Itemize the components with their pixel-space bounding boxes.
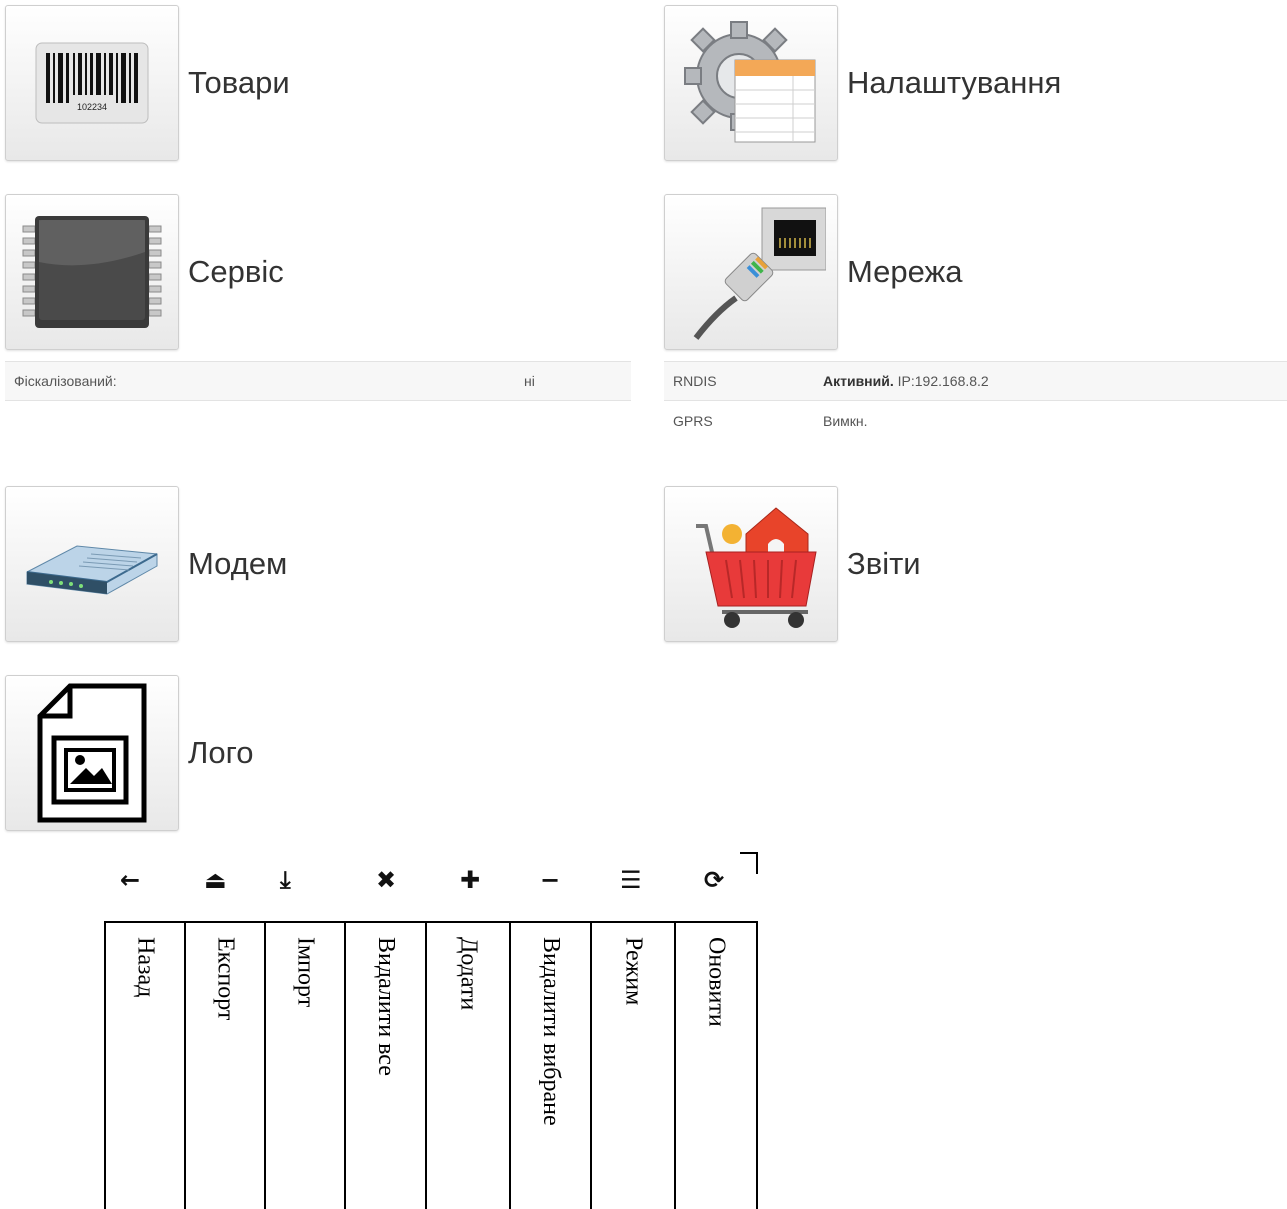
tile-settings-label: Налаштування [847, 65, 1062, 100]
tile-goods[interactable]: 102234 Товари [5, 5, 290, 161]
shopping-cart-icon [696, 507, 817, 628]
tile-network-icon-box[interactable] [664, 194, 838, 350]
rndis-value: Активний. IP:192.168.8.2 [814, 373, 989, 389]
import-icon[interactable]: ⤓ [280, 866, 291, 894]
chip-icon [22, 216, 162, 328]
export-label: Експорт [212, 937, 239, 1021]
tile-settings[interactable]: Налаштування [664, 5, 1061, 161]
arrow-left-icon[interactable]: ← [120, 866, 140, 894]
tile-settings-icon-box[interactable] [664, 5, 838, 161]
fiscalized-label: Фіскалізований: [14, 373, 117, 389]
tile-logo-label: Лого [188, 735, 254, 770]
tile-network[interactable]: Мережа [664, 194, 963, 350]
refresh-icon[interactable]: ⟳ [704, 866, 724, 894]
col-import[interactable]: Імпорт [264, 923, 344, 1209]
image-file-icon [37, 683, 147, 823]
toolbar-icons: ← ⏏ ⤓ ✖ ✚ − ☰ ⟳ [100, 852, 760, 902]
gprs-status: Вимкн. [823, 412, 868, 429]
table-row: GPRS Вимкн. [664, 401, 1287, 441]
network-cable-icon [693, 207, 826, 340]
tile-reports-icon-box[interactable] [664, 486, 838, 642]
delete-selected-label: Видалити вибране [538, 937, 564, 1126]
col-refresh[interactable]: Оновити [674, 923, 758, 1209]
col-add[interactable]: Додати [425, 923, 509, 1209]
list-icon[interactable]: ☰ [620, 866, 642, 894]
tile-modem-icon-box[interactable] [5, 486, 179, 642]
delete-all-label: Видалити все [373, 937, 399, 1076]
network-info-table: RNDIS Активний. IP:192.168.8.2 GPRS Вимк… [664, 361, 1287, 441]
corner-mark [740, 852, 758, 874]
table-row: RNDIS Активний. IP:192.168.8.2 [664, 361, 1287, 401]
refresh-label: Оновити [703, 937, 730, 1027]
minus-icon[interactable]: − [540, 866, 560, 894]
col-export[interactable]: Експорт [184, 923, 264, 1209]
tile-service-icon-box[interactable] [5, 194, 179, 350]
gear-icon [684, 21, 816, 143]
tile-goods-icon-box[interactable]: 102234 [5, 5, 179, 161]
mode-label: Режим [620, 937, 647, 1006]
tile-service[interactable]: Сервіс [5, 194, 284, 350]
plus-icon[interactable]: ✚ [460, 866, 480, 894]
back-label: Назад [132, 937, 159, 998]
tile-reports[interactable]: Звіти [664, 486, 921, 642]
rndis-ip: IP:192.168.8.2 [897, 373, 989, 389]
col-delete-selected[interactable]: Видалити вибране [509, 923, 590, 1209]
table-row: Фіскалізований: ні [5, 361, 631, 401]
tile-logo[interactable]: Лого [5, 675, 253, 831]
gprs-label: GPRS [673, 412, 713, 429]
modem-icon [26, 545, 158, 595]
tile-service-label: Сервіс [188, 254, 284, 289]
add-label: Додати [455, 937, 482, 1011]
barcode-number: 102234 [77, 102, 107, 112]
rndis-label: RNDIS [673, 373, 717, 389]
toolbar-labels-table: Назад Експорт Імпорт Видалити все Додати… [104, 921, 758, 1209]
export-icon[interactable]: ⏏ [204, 866, 227, 894]
barcode-icon: 102234 [35, 42, 149, 124]
col-mode[interactable]: Режим [590, 923, 674, 1209]
rndis-status: Активний. [823, 373, 894, 389]
import-label: Імпорт [292, 937, 319, 1008]
tile-reports-label: Звіти [847, 546, 921, 581]
tile-network-label: Мережа [847, 254, 963, 289]
tile-modem-label: Модем [188, 546, 288, 581]
fiscalized-value: ні [524, 373, 535, 389]
tile-logo-icon-box[interactable] [5, 675, 179, 831]
col-back[interactable]: Назад [104, 923, 184, 1209]
service-info-table: Фіскалізований: ні [5, 361, 631, 401]
col-delete-all[interactable]: Видалити все [344, 923, 425, 1209]
tile-goods-label: Товари [188, 65, 290, 100]
tile-modem[interactable]: Модем [5, 486, 287, 642]
close-icon[interactable]: ✖ [376, 866, 396, 894]
